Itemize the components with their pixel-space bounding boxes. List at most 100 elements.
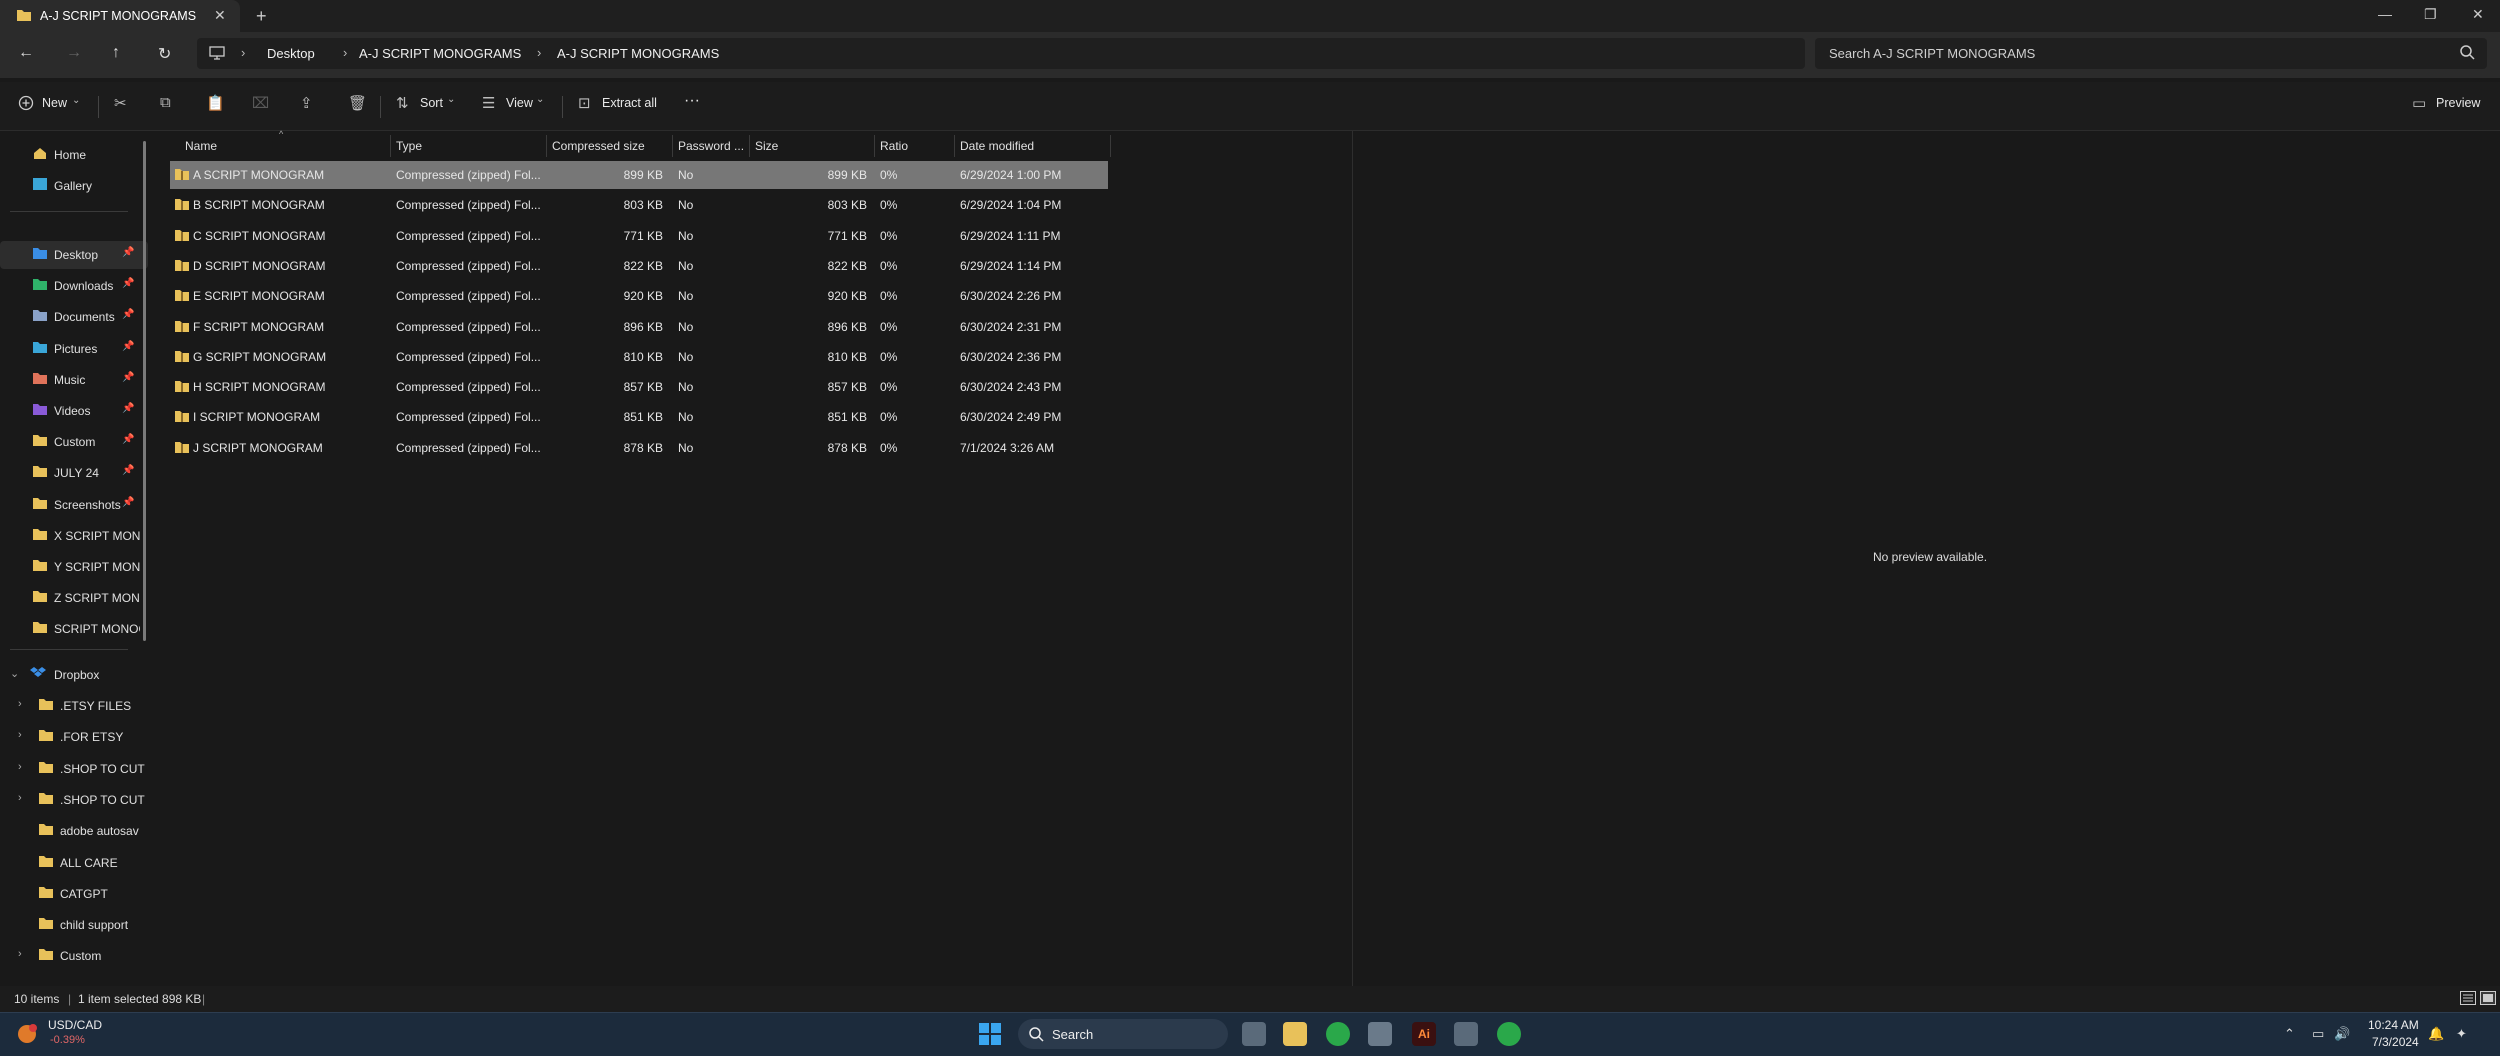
sidebar-item-quick[interactable]: Y SCRIPT MONOG <box>0 553 148 581</box>
network-icon[interactable]: ▭ <box>2312 1026 2324 1042</box>
pin-icon[interactable]: 📌 <box>122 403 134 414</box>
file-row[interactable]: J SCRIPT MONOGRAM Compressed (zipped) Fo… <box>170 434 1108 462</box>
file-row[interactable]: D SCRIPT MONOGRAM Compressed (zipped) Fo… <box>170 252 1108 280</box>
file-row[interactable]: H SCRIPT MONOGRAM Compressed (zipped) Fo… <box>170 373 1108 401</box>
chrome-icon[interactable] <box>1326 1022 1350 1046</box>
sidebar-item-dropbox[interactable]: ⌄ Dropbox <box>0 661 148 689</box>
pin-icon[interactable]: 📌 <box>122 341 134 352</box>
pin-icon[interactable]: 📌 <box>122 278 134 289</box>
weather-icon[interactable] <box>16 1023 38 1048</box>
column-header[interactable]: Compressed size <box>552 139 645 153</box>
sidebar-item-quick[interactable]: Pictures 📌 <box>0 335 148 363</box>
pen-app-icon[interactable] <box>1454 1022 1478 1046</box>
column-header[interactable]: Date modified <box>960 139 1034 153</box>
sidebar-item-quick[interactable]: SCRIPT MONOG <box>0 615 148 643</box>
file-row[interactable]: A SCRIPT MONOGRAM Compressed (zipped) Fo… <box>170 161 1108 189</box>
task-view-icon[interactable] <box>1242 1022 1266 1046</box>
sidebar-item-dropbox-folder[interactable]: › .SHOP TO CUT <box>0 755 148 783</box>
file-row[interactable]: G SCRIPT MONOGRAM Compressed (zipped) Fo… <box>170 343 1108 371</box>
sidebar-item-dropbox-folder[interactable]: CATGPT <box>0 880 148 908</box>
column-divider[interactable] <box>1110 135 1111 157</box>
paste-icon[interactable]: 📋 <box>206 94 225 112</box>
details-view-icon[interactable] <box>2460 991 2476 1008</box>
maximize-button[interactable]: ❐ <box>2424 6 2437 23</box>
pin-icon[interactable]: 📌 <box>122 465 134 476</box>
column-header[interactable]: Password ... <box>678 139 744 153</box>
new-tab-button[interactable]: + <box>256 6 267 27</box>
search-input[interactable]: Search A-J SCRIPT MONOGRAMS <box>1815 38 2487 69</box>
sidebar-item-quick[interactable]: Screenshots 📌 <box>0 491 148 519</box>
file-row[interactable]: I SCRIPT MONOGRAM Compressed (zipped) Fo… <box>170 403 1108 431</box>
sidebar-item-gallery[interactable]: Gallery <box>0 172 148 200</box>
column-divider[interactable] <box>390 135 391 157</box>
refresh-icon[interactable]: ↻ <box>158 44 171 64</box>
sidebar-item-quick[interactable]: Videos 📌 <box>0 397 148 425</box>
column-header[interactable]: Ratio <box>880 139 908 153</box>
column-divider[interactable] <box>874 135 875 157</box>
clock-time[interactable]: 10:24 AM <box>2368 1018 2419 1032</box>
view-button[interactable]: View <box>506 96 533 110</box>
column-header[interactable]: Name <box>185 139 217 153</box>
sidebar-item-quick[interactable]: Desktop 📌 <box>0 241 148 269</box>
delete-icon[interactable]: 🗑 <box>348 94 367 112</box>
file-row[interactable]: B SCRIPT MONOGRAM Compressed (zipped) Fo… <box>170 191 1108 219</box>
chevron-right-icon[interactable]: › <box>18 792 22 804</box>
preview-button[interactable]: Preview <box>2436 96 2480 110</box>
sidebar-item-home[interactable]: Home <box>0 141 148 169</box>
taskbar-search[interactable]: Search <box>1018 1019 1228 1049</box>
sidebar-item-dropbox-folder[interactable]: adobe autosav <box>0 817 148 845</box>
forward-arrow-icon[interactable]: → <box>66 44 82 62</box>
breadcrumb-folder[interactable]: A-J SCRIPT MONOGRAMS <box>359 46 521 61</box>
sidebar-item-dropbox-folder[interactable]: › .SHOP TO CUT <box>0 786 148 814</box>
sidebar-item-quick[interactable]: Custom 📌 <box>0 428 148 456</box>
pin-icon[interactable]: 📌 <box>122 372 134 383</box>
pin-icon[interactable]: 📌 <box>122 309 134 320</box>
pin-icon[interactable]: 📌 <box>122 497 134 508</box>
file-explorer-icon[interactable] <box>1283 1022 1307 1046</box>
notification-bell-icon[interactable]: 🔔 <box>2428 1026 2444 1042</box>
breadcrumb-desktop[interactable]: Desktop <box>267 46 315 61</box>
sidebar-item-quick[interactable]: Downloads 📌 <box>0 272 148 300</box>
rename-icon[interactable]: ⌧ <box>252 94 269 112</box>
calculator-icon[interactable] <box>1368 1022 1392 1046</box>
copy-icon[interactable]: ⧉ <box>160 94 171 111</box>
file-row[interactable]: E SCRIPT MONOGRAM Compressed (zipped) Fo… <box>170 282 1108 310</box>
breadcrumb-current[interactable]: A-J SCRIPT MONOGRAMS <box>557 46 719 61</box>
up-arrow-icon[interactable]: ↑ <box>112 44 120 62</box>
sidebar-item-dropbox-folder[interactable]: ALL CARE <box>0 849 148 877</box>
sidebar-item-dropbox-folder[interactable]: › Custom <box>0 942 148 970</box>
sidebar-item-quick[interactable]: X SCRIPT MONOG <box>0 522 148 550</box>
sidebar-item-quick[interactable]: Z SCRIPT MONOG <box>0 584 148 612</box>
sidebar-item-quick[interactable]: JULY 24 📌 <box>0 459 148 487</box>
minimize-button[interactable]: — <box>2378 6 2392 22</box>
chevron-right-icon[interactable]: › <box>18 761 22 773</box>
pane-divider[interactable] <box>1352 131 1353 986</box>
sidebar-item-quick[interactable]: Documents 📌 <box>0 303 148 331</box>
tab-close-icon[interactable]: ✕ <box>214 7 226 24</box>
pin-icon[interactable]: 📌 <box>122 247 134 258</box>
new-button[interactable]: New <box>42 96 67 110</box>
clock-date[interactable]: 7/3/2024 <box>2372 1035 2419 1049</box>
extract-all-button[interactable]: Extract all <box>602 96 657 110</box>
pin-icon[interactable]: 📌 <box>122 434 134 445</box>
tab-current[interactable]: A-J SCRIPT MONOGRAMS ✕ <box>0 0 240 32</box>
column-header[interactable]: Size <box>755 139 778 153</box>
more-options-button[interactable]: ··· <box>684 92 700 110</box>
ticker-label[interactable]: USD/CAD <box>48 1018 102 1032</box>
column-header[interactable]: Type <box>396 139 422 153</box>
close-window-button[interactable]: ✕ <box>2472 6 2484 23</box>
back-arrow-icon[interactable]: ← <box>18 44 34 62</box>
copilot-icon[interactable]: ✦ <box>2456 1026 2467 1042</box>
column-divider[interactable] <box>749 135 750 157</box>
sort-button[interactable]: Sort <box>420 96 443 110</box>
sidebar-item-quick[interactable]: Music 📌 <box>0 366 148 394</box>
sidebar-item-dropbox-folder[interactable]: › .FOR ETSY <box>0 723 148 751</box>
sidebar-item-dropbox-folder[interactable]: child support <box>0 911 148 939</box>
file-row[interactable]: F SCRIPT MONOGRAM Compressed (zipped) Fo… <box>170 313 1108 341</box>
cut-icon[interactable]: ✂ <box>114 94 127 112</box>
share-icon[interactable]: ⇪ <box>300 94 313 112</box>
sidebar-scrollbar[interactable] <box>143 141 146 641</box>
chrome-profile-icon[interactable] <box>1497 1022 1521 1046</box>
column-divider[interactable] <box>546 135 547 157</box>
column-divider[interactable] <box>954 135 955 157</box>
